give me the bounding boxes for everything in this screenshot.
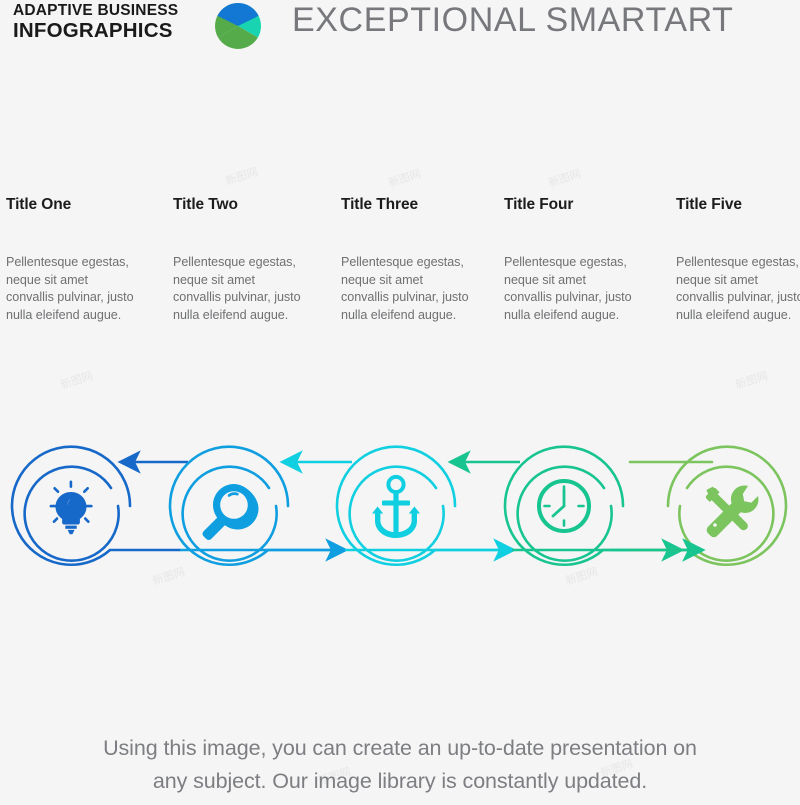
watermark: 新图网: [223, 165, 260, 188]
column-title: Title Five: [676, 196, 742, 213]
column-body: Pellentesque egestas, neque sit amet con…: [504, 255, 632, 322]
column-body: Pellentesque egestas, neque sit amet con…: [173, 255, 301, 322]
watermark: 新图网: [386, 167, 423, 190]
column-3: Title Three Pellentesque egestas, neque …: [341, 196, 469, 324]
text-columns: Title One Pellentesque egestas, neque si…: [0, 196, 800, 396]
column-body: Pellentesque egestas, neque sit amet con…: [676, 255, 800, 322]
caption-line-2: any subject. Our image library is consta…: [152, 769, 648, 793]
diagram-node-2[interactable]: [168, 445, 347, 567]
process-diagram: [0, 408, 800, 598]
brand-line-1: ADAPTIVE BUSINESS: [13, 2, 179, 19]
diagram-node-5[interactable]: [628, 445, 788, 567]
node-outer-ring: [628, 445, 788, 567]
column-2: Title Two Pellentesque egestas, neque si…: [173, 196, 301, 324]
column-title: Title Three: [341, 196, 418, 213]
brand-line-2: INFOGRAPHICS: [13, 18, 173, 42]
lightbulb-icon: [49, 480, 93, 535]
brand-wordmark: ADAPTIVE BUSINESS INFOGRAPHICS: [13, 3, 208, 41]
magnifier-icon: [202, 484, 259, 540]
page-title: EXCEPTIONAL SMARTART: [292, 1, 734, 39]
header-bar: ADAPTIVE BUSINESS INFOGRAPHICS EXCEPTION…: [0, 0, 800, 58]
diagram-node-1[interactable]: [10, 445, 182, 567]
diagram-svg: [10, 445, 788, 567]
infographic-page: ADAPTIVE BUSINESS INFOGRAPHICS EXCEPTION…: [0, 0, 800, 805]
anchor-icon: [372, 474, 420, 538]
node-inner-ring: [181, 465, 278, 562]
caption-line-1: Using this image, you can create an up-t…: [103, 736, 697, 760]
column-1: Title One Pellentesque egestas, neque si…: [6, 196, 134, 324]
diagram-node-4[interactable]: [503, 445, 682, 567]
watermark: 新图网: [546, 167, 583, 190]
column-5: Title Five Pellentesque egestas, neque s…: [676, 196, 800, 324]
pie-logo-icon: [215, 3, 261, 49]
column-4: Title Four Pellentesque egestas, neque s…: [504, 196, 632, 324]
column-body: Pellentesque egestas, neque sit amet con…: [341, 255, 469, 322]
tools-icon: [705, 485, 759, 538]
column-title: Title Two: [173, 196, 238, 213]
diagram-node-3[interactable]: [335, 445, 514, 567]
footer-caption: Using this image, you can create an up-t…: [0, 732, 800, 798]
column-title: Title Four: [504, 196, 574, 213]
column-title: Title One: [6, 196, 72, 213]
clock-icon: [537, 479, 591, 533]
column-body: Pellentesque egestas, neque sit amet con…: [6, 255, 134, 322]
